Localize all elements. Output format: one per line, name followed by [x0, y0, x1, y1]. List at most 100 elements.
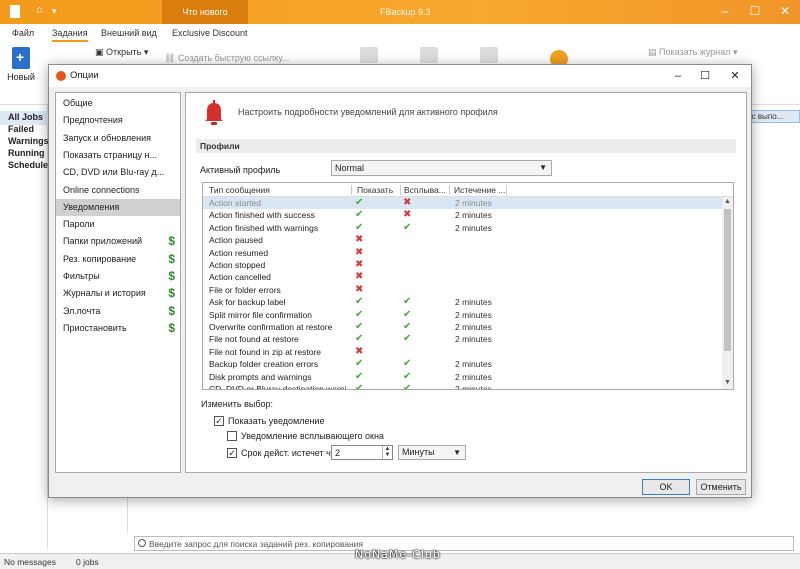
- table-row[interactable]: Action finished with warnings ✔ ✔ 2 minutes: [203, 222, 722, 234]
- cross-icon[interactable]: ✖: [403, 209, 411, 221]
- check-icon[interactable]: ✔: [355, 296, 363, 308]
- ribbon-tab-discount[interactable]: Exclusive Discount: [172, 28, 248, 38]
- options-category-item[interactable]: Папки приложений $: [56, 233, 180, 250]
- check-icon[interactable]: ✔: [403, 371, 411, 383]
- backup-arrow-icon[interactable]: [360, 47, 378, 63]
- check-icon[interactable]: ✔: [403, 358, 411, 370]
- cross-icon[interactable]: ✖: [403, 197, 411, 209]
- table-row[interactable]: Disk prompts and warnings ✔ ✔ 2 minutes: [203, 371, 722, 383]
- check-icon[interactable]: ✔: [355, 222, 363, 234]
- maximize-icon[interactable]: ☐: [740, 0, 770, 24]
- table-row[interactable]: Ask for backup label ✔ ✔ 2 minutes: [203, 296, 722, 308]
- nav-running[interactable]: Running: [8, 148, 45, 158]
- check-icon[interactable]: ✔: [355, 333, 363, 345]
- dialog-maximize-icon[interactable]: ☐: [692, 67, 718, 85]
- table-row[interactable]: File not found in zip at restore ✖: [203, 346, 722, 358]
- scroll-up-icon[interactable]: ▲: [724, 198, 731, 205]
- restore-arrow-icon[interactable]: [420, 47, 438, 63]
- table-row[interactable]: Split mirror file confirmation ✔ ✔ 2 minute…: [203, 309, 722, 321]
- cross-icon[interactable]: ✖: [355, 234, 363, 246]
- column-divider[interactable]: [351, 185, 352, 195]
- options-category-item[interactable]: Уведомления: [56, 198, 180, 216]
- scroll-thumb[interactable]: [724, 209, 731, 351]
- show-notification-checkbox[interactable]: ✓: [214, 416, 224, 426]
- close-icon[interactable]: ✕: [770, 0, 800, 24]
- stop-icon[interactable]: [480, 47, 498, 63]
- nav-scheduled[interactable]: Scheduled: [8, 160, 54, 170]
- cross-icon[interactable]: ✖: [355, 284, 363, 296]
- check-icon[interactable]: ✔: [403, 333, 411, 345]
- col-header-popup[interactable]: Всплыва...: [404, 185, 446, 195]
- home-icon[interactable]: ⌂: [36, 4, 43, 16]
- new-job-button[interactable]: Новый: [6, 47, 36, 82]
- table-row[interactable]: Action resumed ✖: [203, 247, 722, 259]
- nav-warnings[interactable]: Warnings: [8, 136, 49, 146]
- check-icon[interactable]: ✔: [355, 309, 363, 321]
- options-category-item[interactable]: Фильтры $: [56, 268, 180, 285]
- table-row[interactable]: Action finished with success ✔ ✖ 2 minutes: [203, 209, 722, 221]
- options-category-item[interactable]: Эл.почта $: [56, 303, 180, 320]
- table-row[interactable]: Action paused ✖: [203, 234, 722, 246]
- column-divider[interactable]: [449, 185, 450, 195]
- quick-link-button[interactable]: ⛓ Создать быструю ссылку...: [164, 53, 289, 64]
- check-icon[interactable]: ✔: [355, 321, 363, 333]
- job-list-fragment[interactable]: (с выпо...: [746, 110, 800, 123]
- stepper-arrows-icon[interactable]: ▲ ▼: [382, 446, 392, 459]
- minimize-icon[interactable]: –: [710, 0, 740, 24]
- table-row[interactable]: Action cancelled ✖: [203, 271, 722, 283]
- open-button[interactable]: ▣ Открыть ▾: [95, 47, 148, 58]
- options-category-item[interactable]: Предпочтения: [56, 112, 180, 129]
- table-row[interactable]: File or folder errors ✖: [203, 284, 722, 296]
- ribbon-tab-jobs[interactable]: Задания: [52, 28, 88, 42]
- cross-icon[interactable]: ✖: [355, 271, 363, 283]
- dialog-close-icon[interactable]: ✕: [722, 67, 748, 85]
- col-header-expire[interactable]: Истечение ...: [454, 185, 505, 195]
- options-category-item[interactable]: Online connections: [56, 182, 180, 199]
- check-icon[interactable]: ✔: [355, 197, 363, 209]
- check-icon[interactable]: ✔: [403, 309, 411, 321]
- table-row[interactable]: Action started ✔ ✖ 2 minutes: [203, 197, 722, 210]
- cross-icon[interactable]: ✖: [355, 247, 363, 259]
- options-category-item[interactable]: Журналы и история $: [56, 285, 180, 302]
- nav-failed[interactable]: Failed: [8, 124, 34, 134]
- nav-all-jobs[interactable]: All Jobs: [8, 112, 43, 122]
- col-header-type[interactable]: Тип сообщения: [209, 185, 270, 195]
- expire-period-stepper[interactable]: 2 ▲ ▼: [331, 445, 393, 460]
- ribbon-tab-view[interactable]: Внешний вид: [101, 28, 157, 38]
- table-row[interactable]: CD, DVD or Bluray destination warni... ✔ ✔…: [203, 383, 722, 389]
- check-icon[interactable]: ✔: [403, 296, 411, 308]
- options-category-item[interactable]: CD, DVD или Blu-ray д...: [56, 164, 180, 181]
- check-icon[interactable]: ✔: [355, 358, 363, 370]
- job-search-input[interactable]: [149, 537, 779, 550]
- check-icon[interactable]: ✔: [403, 222, 411, 234]
- table-row[interactable]: Backup folder creation errors ✔ ✔ 2 minutes: [203, 358, 722, 370]
- column-divider[interactable]: [506, 185, 507, 195]
- active-profile-select[interactable]: Normal ▼: [331, 160, 552, 176]
- check-icon[interactable]: ✔: [355, 209, 363, 221]
- options-category-item[interactable]: Рез. копирование $: [56, 251, 180, 268]
- quick-access-dropdown-icon[interactable]: ▾: [52, 6, 57, 17]
- dialog-minimize-icon[interactable]: –: [665, 67, 691, 85]
- cross-icon[interactable]: ✖: [355, 259, 363, 271]
- whats-new-tab[interactable]: Что нового: [162, 0, 248, 24]
- check-icon[interactable]: ✔: [355, 371, 363, 383]
- popup-notification-checkbox[interactable]: [227, 431, 237, 441]
- cross-icon[interactable]: ✖: [355, 346, 363, 358]
- table-row[interactable]: Action stopped ✖: [203, 259, 722, 271]
- ok-button[interactable]: OK: [642, 479, 690, 495]
- check-icon[interactable]: ✔: [403, 383, 411, 389]
- options-category-item[interactable]: Приостановить $: [56, 320, 180, 337]
- table-row[interactable]: Overwrite confirmation at restore ✔ ✔ 2 min…: [203, 321, 722, 333]
- options-category-item[interactable]: Показать страницу н...: [56, 147, 180, 164]
- table-scrollbar[interactable]: ▲ ▼: [722, 197, 733, 389]
- table-row[interactable]: File not found at restore ✔ ✔ 2 minutes: [203, 333, 722, 345]
- check-icon[interactable]: ✔: [355, 383, 363, 389]
- options-category-item[interactable]: Запуск и обновления: [56, 130, 180, 147]
- expire-unit-select[interactable]: Минуты ▼: [398, 445, 466, 460]
- expire-checkbox[interactable]: ✓: [227, 448, 237, 458]
- options-category-item[interactable]: Пароли: [56, 216, 180, 233]
- cancel-button[interactable]: Отменить: [696, 479, 746, 495]
- check-icon[interactable]: ✔: [403, 321, 411, 333]
- column-divider[interactable]: [400, 185, 401, 195]
- col-header-show[interactable]: Показать: [357, 185, 393, 195]
